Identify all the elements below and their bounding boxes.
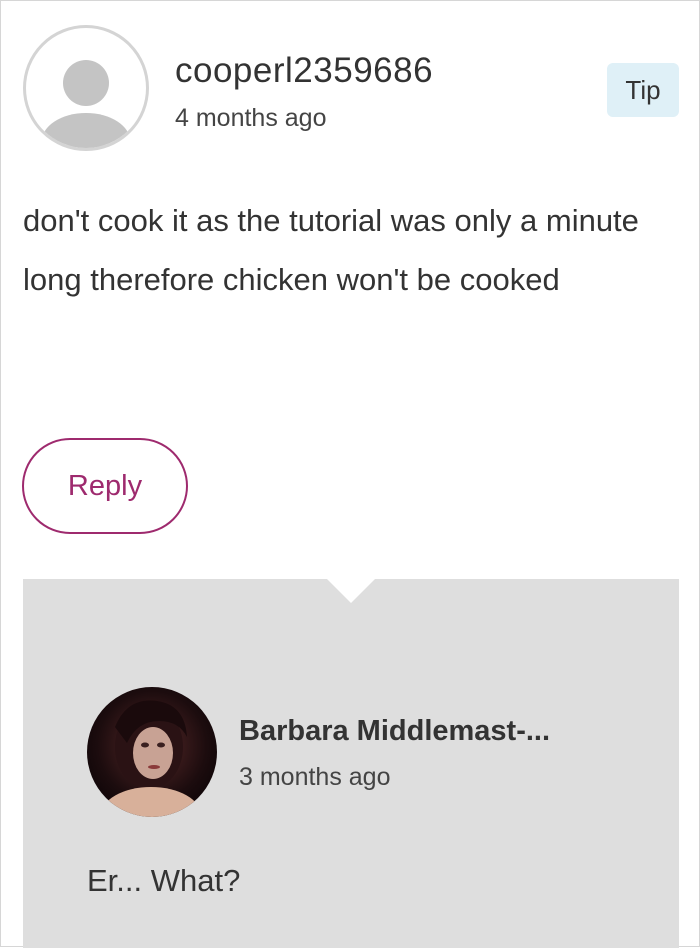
- reply-button[interactable]: Reply: [22, 438, 188, 534]
- reply-text: Er... What?: [87, 863, 241, 898]
- comment-card: cooperl2359686 4 months ago Tip don't co…: [0, 0, 700, 948]
- reply-author-avatar[interactable]: [87, 687, 217, 817]
- reply-author-name[interactable]: Barbara Middlemast-...: [239, 713, 550, 749]
- comment-timestamp: 4 months ago: [175, 104, 327, 132]
- comment-username[interactable]: cooperl2359686: [175, 51, 433, 91]
- user-avatar-icon[interactable]: [23, 25, 149, 151]
- default-user-avatar-icon: [42, 60, 130, 148]
- user-photo-avatar-icon: [87, 687, 217, 817]
- tip-badge[interactable]: Tip: [607, 63, 679, 117]
- comment-text: don't cook it as the tutorial was only a…: [23, 203, 639, 297]
- reply-panel-notch: [327, 579, 375, 603]
- reply-timestamp: 3 months ago: [239, 763, 391, 791]
